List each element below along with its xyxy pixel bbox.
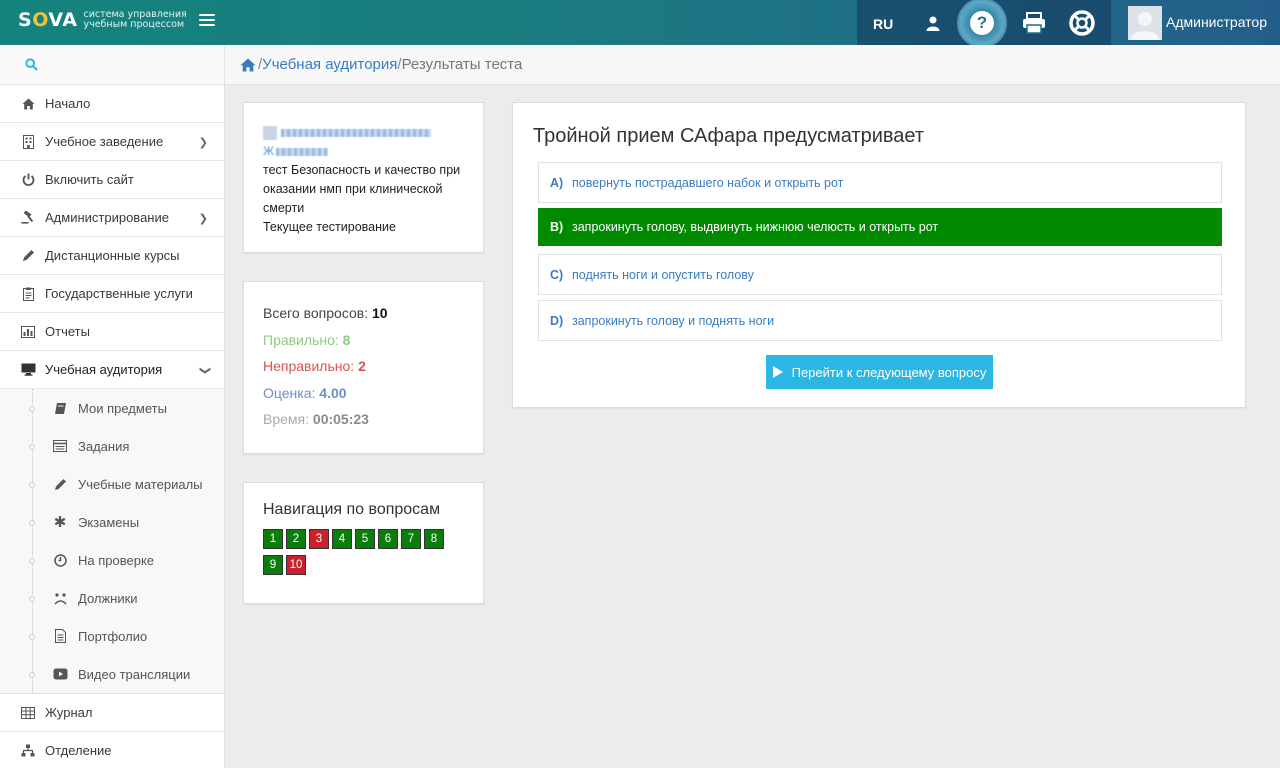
stat-correct: Правильно: 8 <box>263 331 351 348</box>
question-nav-button[interactable]: 9 <box>263 555 283 575</box>
clipboard-icon <box>20 286 36 302</box>
sidebar-item-department[interactable]: Отделение <box>0 732 224 768</box>
sidebar-subitem-portfolio[interactable]: Портфолио <box>0 617 224 655</box>
sidebar-item-home[interactable]: Начало <box>0 85 224 123</box>
stat-wrong: Неправильно: 2 <box>263 358 366 374</box>
search-icon[interactable] <box>25 58 38 74</box>
sad-face-icon <box>52 590 68 606</box>
sidebar-subitem-materials[interactable]: Учебные материалы <box>0 465 224 503</box>
power-icon <box>20 172 36 188</box>
sidebar: Начало Учебное заведение ❯ Включить сайт… <box>0 45 225 768</box>
classroom-submenu: Мои предметы Задания Учебные материалы ✱… <box>0 389 224 694</box>
sidebar-item-distance-courses[interactable]: Дистанционные курсы <box>0 237 224 275</box>
answer-option-c[interactable]: C) поднять ноги и опустить голову <box>538 254 1222 295</box>
sidebar-item-reports[interactable]: Отчеты <box>0 313 224 351</box>
question-card: Тройной прием САфара предусматривает A) … <box>512 102 1246 408</box>
video-icon <box>52 666 68 682</box>
play-icon <box>772 366 783 378</box>
sidebar-search[interactable] <box>0 45 224 85</box>
sidebar-item-public-services[interactable]: Государственные услуги <box>0 275 224 313</box>
sidebar-item-classroom[interactable]: Учебная аудитория ❯ <box>0 351 224 389</box>
question-nav-button[interactable]: 4 <box>332 529 352 549</box>
home-icon[interactable] <box>240 58 256 72</box>
question-nav-button[interactable]: 6 <box>378 529 398 549</box>
stat-score: Оценка: 4.00 <box>263 384 347 401</box>
home-icon <box>20 96 36 112</box>
document-icon <box>52 628 68 644</box>
answer-option-d[interactable]: D) запрокинуть голову и поднять ноги <box>538 300 1222 341</box>
sidebar-subitem-my-subjects[interactable]: Мои предметы <box>0 389 224 427</box>
stat-time: Время: 00:05:23 <box>263 411 369 427</box>
breadcrumb: / Учебная аудитория / Результаты теста <box>225 45 1280 85</box>
stat-total: Всего вопросов: 10 <box>263 305 388 321</box>
table-icon <box>20 705 36 721</box>
user-name[interactable]: Администратор <box>1166 14 1267 30</box>
help-icon[interactable]: ? <box>957 0 1007 48</box>
sidebar-subitem-debtors[interactable]: Должники <box>0 579 224 617</box>
clock-icon <box>52 552 68 568</box>
test-name: тест Безопасность и качество при оказани… <box>263 163 461 215</box>
question-nav-button[interactable]: 3 <box>309 529 329 549</box>
top-right-panel: RU ? Администратор <box>857 0 1280 48</box>
breadcrumb-current: Результаты теста <box>401 56 523 73</box>
question-navigation-title: Навигация по вопросам <box>263 501 441 518</box>
chevron-down-icon: ❯ <box>198 365 211 376</box>
question-nav-button[interactable]: 8 <box>424 529 444 549</box>
pencil-icon <box>20 248 36 264</box>
question-nav-button[interactable]: 1 <box>263 529 283 549</box>
desktop-icon <box>20 362 36 378</box>
language-switcher[interactable]: RU <box>873 16 893 32</box>
sidebar-item-enable-site[interactable]: Включить сайт <box>0 161 224 199</box>
student-name-redacted[interactable]: Ж <box>263 123 464 161</box>
sidebar-subitem-video[interactable]: Видео трансляции <box>0 655 224 693</box>
next-question-button[interactable]: Перейти к следующему вопросу <box>766 355 993 389</box>
building-icon <box>20 134 36 150</box>
question-nav-button[interactable]: 7 <box>401 529 421 549</box>
test-stats-card: Всего вопросов: 10 Правильно: 8 Неправил… <box>243 281 484 454</box>
user-icon[interactable] <box>922 12 944 34</box>
question-nav-button[interactable]: 5 <box>355 529 375 549</box>
sidebar-item-journal[interactable]: Журнал <box>0 694 224 732</box>
question-navigation-grid: 1 2 3 4 5 6 7 8 9 10 <box>263 529 453 581</box>
question-nav-button[interactable]: 10 <box>286 555 306 575</box>
sitemap-icon <box>20 743 36 759</box>
book-icon <box>52 400 68 416</box>
answer-option-a[interactable]: A) повернуть пострадавшего набок и откры… <box>538 162 1222 203</box>
lifebuoy-icon[interactable] <box>1069 10 1095 36</box>
test-status: Текущее тестирование <box>263 220 396 234</box>
logo[interactable]: SOVA система управления учебным процессом <box>18 9 187 31</box>
sidebar-subitem-exams[interactable]: ✱ Экзамены <box>0 503 224 541</box>
chevron-right-icon: ❯ <box>198 213 208 225</box>
question-navigation-card: Навигация по вопросам 1 2 3 4 5 6 7 8 9 10 <box>243 482 484 604</box>
breadcrumb-link-classroom[interactable]: Учебная аудитория <box>262 56 397 73</box>
menu-toggle-icon[interactable] <box>199 14 215 28</box>
question-nav-button[interactable]: 2 <box>286 529 306 549</box>
gavel-icon <box>20 210 36 226</box>
test-info-card: Ж тест Безопасность и качество при оказа… <box>243 102 484 253</box>
avatar[interactable] <box>1128 6 1162 40</box>
logo-subtitle: система управления учебным процессом <box>83 9 187 30</box>
sidebar-item-administration[interactable]: Администрирование ❯ <box>0 199 224 237</box>
sidebar-item-institution[interactable]: Учебное заведение ❯ <box>0 123 224 161</box>
chevron-right-icon: ❯ <box>198 137 208 149</box>
bar-chart-icon <box>20 324 36 340</box>
answer-option-b[interactable]: B) запрокинуть голову, выдвинуть нижнюю … <box>538 208 1222 246</box>
list-icon <box>52 438 68 454</box>
asterisk-icon: ✱ <box>53 514 67 531</box>
sidebar-subitem-tasks[interactable]: Задания <box>0 427 224 465</box>
top-bar: SOVA система управления учебным процессом… <box>0 0 1280 48</box>
logo-mark: SOVA <box>18 9 78 31</box>
pencil-icon <box>52 476 68 492</box>
question-title: Тройной прием САфара предусматривает <box>533 125 925 147</box>
print-icon[interactable] <box>1021 12 1047 34</box>
sidebar-subitem-review[interactable]: На проверке <box>0 541 224 579</box>
